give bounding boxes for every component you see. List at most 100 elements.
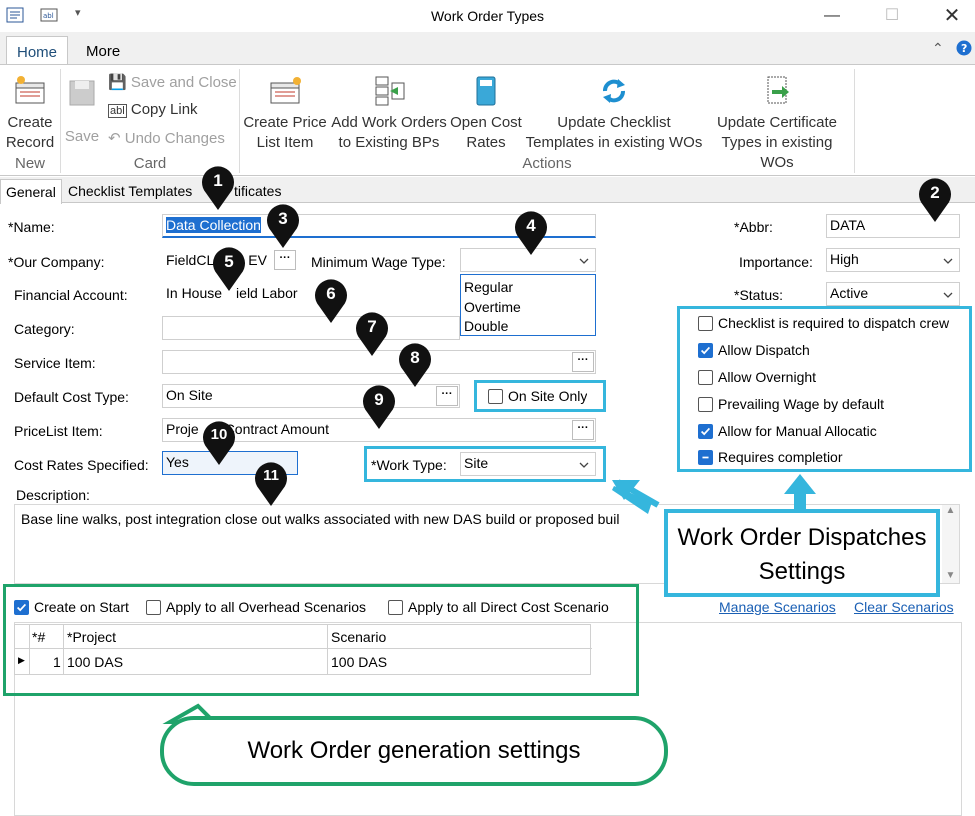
svg-text:abl: abl bbox=[43, 12, 54, 20]
importance-select[interactable]: High bbox=[826, 248, 960, 272]
default-cost-type-value: On Site bbox=[166, 387, 213, 403]
save-and-close-button[interactable]: 💾 Save and Close bbox=[108, 73, 237, 95]
app-menu-icon[interactable] bbox=[6, 6, 24, 24]
tab-home[interactable]: Home bbox=[6, 36, 69, 65]
update-checklist-button[interactable]: Update Checklist Templates in existing W… bbox=[524, 75, 704, 153]
dropdown-option-double[interactable]: Double bbox=[461, 317, 595, 335]
help-icon[interactable]: ? bbox=[956, 40, 972, 56]
form-tab-bar: General Checklist Templates tificates bbox=[0, 177, 975, 204]
marker-pin: 3 bbox=[265, 203, 301, 249]
scroll-down-icon[interactable]: ▼ bbox=[942, 570, 959, 581]
column-header-number[interactable]: *# bbox=[32, 629, 45, 645]
allow-manual-allocation-checkbox[interactable] bbox=[698, 424, 713, 439]
pricelist-item-value-tail: Contract Amount bbox=[224, 421, 329, 437]
create-record-icon bbox=[15, 76, 45, 104]
tab-more[interactable]: More bbox=[76, 36, 130, 65]
title-bar: Work Order Types abl ▾ — ☐ ✕ bbox=[0, 0, 975, 32]
importance-value: High bbox=[830, 251, 859, 267]
save-icon bbox=[69, 80, 95, 106]
create-on-start-label: Create on Start bbox=[34, 599, 129, 615]
ribbon-separator bbox=[854, 69, 855, 173]
our-company-lookup-button[interactable]: ··· bbox=[274, 250, 296, 270]
chevron-down-icon bbox=[943, 292, 953, 298]
abbr-value: DATA bbox=[830, 217, 866, 233]
cell-scenario[interactable]: 100 DAS bbox=[331, 654, 387, 670]
undo-icon: ↶ bbox=[108, 130, 121, 147]
category-input[interactable] bbox=[162, 316, 460, 340]
add-work-orders-button[interactable]: Add Work Orders to Existing BPs bbox=[330, 75, 448, 153]
name-label: *Name: bbox=[8, 219, 55, 235]
copy-link-icon[interactable]: abl bbox=[40, 6, 58, 24]
scroll-up-icon[interactable]: ▲ bbox=[942, 505, 959, 516]
undo-changes-button[interactable]: ↶ Undo Changes bbox=[108, 129, 225, 151]
ribbon-separator bbox=[239, 69, 240, 173]
checklist-required-label: Checklist is required to dispatch crew bbox=[718, 315, 950, 331]
direct-cost-scenarios-checkbox[interactable] bbox=[388, 600, 403, 615]
name-value: Data Collection bbox=[166, 217, 261, 233]
tab-certificates[interactable]: tificates bbox=[229, 179, 286, 204]
create-record-label: Create Record bbox=[5, 114, 55, 151]
work-type-select[interactable]: Site bbox=[460, 452, 596, 476]
allow-overnight-checkbox[interactable] bbox=[698, 370, 713, 385]
grid-divider bbox=[29, 625, 30, 675]
on-site-only-label: On Site Only bbox=[508, 388, 588, 404]
allow-dispatch-label: Allow Dispatch bbox=[718, 342, 810, 358]
dropdown-option-overtime[interactable]: Overtime bbox=[461, 297, 595, 317]
category-label: Category: bbox=[14, 321, 75, 337]
column-header-project[interactable]: *Project bbox=[67, 629, 116, 645]
minimum-wage-type-dropdown: Regular Overtime Double bbox=[460, 274, 596, 336]
prevailing-wage-checkbox[interactable] bbox=[698, 397, 713, 412]
clear-scenarios-link[interactable]: Clear Scenarios bbox=[854, 599, 954, 615]
checklist-required-checkbox[interactable] bbox=[698, 316, 713, 331]
create-on-start-checkbox[interactable] bbox=[14, 600, 29, 615]
quick-access-dropdown[interactable]: ▾ bbox=[75, 6, 81, 19]
description-label: Description: bbox=[16, 487, 90, 503]
our-company-value-tail: EV bbox=[248, 252, 267, 268]
tab-general[interactable]: General bbox=[0, 179, 62, 204]
maximize-button[interactable]: ☐ bbox=[877, 4, 907, 28]
refresh-icon bbox=[603, 79, 625, 103]
close-button[interactable]: ✕ bbox=[937, 4, 967, 28]
pricelist-item-value: Proje bbox=[166, 421, 199, 437]
copy-link-button[interactable]: abl Copy Link bbox=[108, 101, 198, 123]
collapse-ribbon-icon[interactable]: ⌃ bbox=[932, 40, 944, 57]
update-checklist-label: Update Checklist Templates in existing W… bbox=[525, 114, 703, 151]
cell-number[interactable]: 1 bbox=[53, 654, 61, 670]
cost-rates-specified-label: Cost Rates Specified: bbox=[14, 457, 149, 473]
minimize-button[interactable]: — bbox=[817, 4, 847, 28]
allow-dispatch-checkbox[interactable] bbox=[698, 343, 713, 358]
description-scrollbar[interactable]: ▲ ▼ bbox=[942, 505, 959, 583]
prevailing-wage-label: Prevailing Wage by default bbox=[718, 396, 885, 412]
financial-account-input[interactable]: In House ield Labor bbox=[162, 282, 460, 306]
open-cost-rates-button[interactable]: Open Cost Rates bbox=[448, 75, 524, 153]
cell-project[interactable]: 100 DAS bbox=[67, 654, 123, 670]
tab-checklist-templates[interactable]: Checklist Templates bbox=[63, 179, 197, 204]
marker-pin: 6 bbox=[313, 278, 349, 324]
add-work-orders-icon bbox=[375, 76, 405, 106]
on-site-only-checkbox[interactable] bbox=[488, 389, 503, 404]
create-price-list-item-button[interactable]: Create Price List Item bbox=[242, 75, 328, 153]
direct-cost-scenarios-label: Apply to all Direct Cost Scenario bbox=[408, 599, 609, 615]
svg-text:?: ? bbox=[961, 42, 967, 55]
add-work-orders-label: Add Work Orders to Existing BPs bbox=[331, 114, 447, 151]
allow-manual-allocation-label: Allow for Manual Allocatic bbox=[718, 423, 877, 439]
minimum-wage-type-label: Minimum Wage Type: bbox=[311, 254, 446, 270]
service-item-label: Service Item: bbox=[14, 355, 96, 371]
overhead-scenarios-checkbox[interactable] bbox=[146, 600, 161, 615]
scenario-grid: *# *Project Scenario ▶ 1 100 DAS 100 DAS bbox=[14, 624, 592, 675]
row-pointer-icon: ▶ bbox=[18, 655, 25, 665]
undo-label: Undo Changes bbox=[124, 130, 225, 147]
column-header-scenario[interactable]: Scenario bbox=[331, 629, 386, 645]
requires-completion-checkbox[interactable] bbox=[698, 450, 713, 465]
default-cost-type-lookup-button[interactable]: ··· bbox=[436, 386, 458, 406]
dispatch-callout: Work Order Dispatches Settings bbox=[664, 509, 940, 597]
create-record-button[interactable]: Create Record bbox=[2, 75, 58, 153]
status-select[interactable]: Active bbox=[826, 282, 960, 306]
save-button[interactable]: Save bbox=[62, 75, 102, 147]
dropdown-option-regular[interactable]: Regular bbox=[461, 275, 595, 297]
manage-scenarios-link[interactable]: Manage Scenarios bbox=[719, 599, 836, 615]
save-close-icon: 💾 bbox=[108, 74, 127, 91]
pricelist-item-lookup-button[interactable]: ··· bbox=[572, 420, 594, 440]
service-item-lookup-button[interactable]: ··· bbox=[572, 352, 594, 372]
price-list-icon bbox=[270, 77, 301, 104]
